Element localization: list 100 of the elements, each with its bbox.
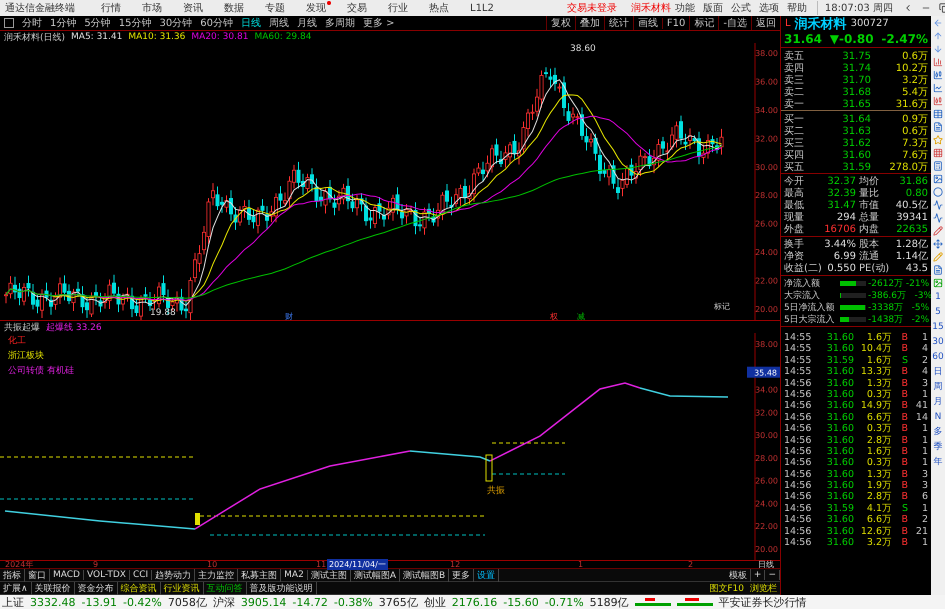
axis-label: 20.00 <box>755 304 778 314</box>
date-label: 10 <box>207 560 218 569</box>
chart-tool-button[interactable]: 返回 <box>751 16 780 30</box>
chart-tool-button[interactable]: 画线 <box>632 16 662 30</box>
book-price: 31.60 <box>841 150 871 160</box>
tick-side: B <box>900 491 908 502</box>
period-shortcut[interactable]: 年 <box>934 456 942 468</box>
menu-item[interactable]: 资讯 <box>183 1 208 15</box>
menu-item[interactable]: 公式 <box>730 1 751 15</box>
menu-item[interactable]: 专题 <box>265 1 290 15</box>
chart-tool-button[interactable]: -自选 <box>718 16 751 30</box>
indicator-tab[interactable]: MA2 <box>281 570 308 580</box>
menu-item[interactable]: 版面 <box>702 1 723 15</box>
period-shortcut[interactable]: 多 <box>934 426 942 438</box>
mark-tag[interactable]: 标记 <box>714 302 730 311</box>
period-shortcut[interactable]: N <box>934 411 942 423</box>
current-value-tag: 35.48 <box>747 366 780 378</box>
chart-tool-button[interactable]: 标记 <box>689 16 718 30</box>
axis-label: 26.00 <box>755 476 778 486</box>
period-tab[interactable]: 周线 <box>268 16 289 30</box>
axis-label: 26.00 <box>755 220 778 229</box>
period-tab[interactable]: 60分钟 <box>200 16 233 30</box>
tick-count: 3 <box>920 468 928 480</box>
tick-price: 31.60 <box>826 446 854 457</box>
period-shortcut[interactable]: 5 <box>935 306 941 318</box>
login-status[interactable]: 交易未登录 <box>566 1 617 15</box>
tick-price: 31.59 <box>826 502 854 514</box>
period-tab[interactable]: 1分钟 <box>50 16 76 30</box>
axis-label: 34.00 <box>755 386 778 395</box>
chart-tool-button[interactable]: 叠加 <box>574 16 604 30</box>
period-shortcut[interactable]: 月 <box>934 396 942 408</box>
menu-item[interactable]: 行情 <box>101 1 126 15</box>
stat-label: 最低 <box>784 199 805 212</box>
tick-time: 14:56 <box>784 388 812 400</box>
stat-value: 1.28亿 <box>894 238 928 251</box>
indicator-tab[interactable]: VOL-TDX <box>84 570 130 580</box>
indicator-tab[interactable]: CCI <box>130 570 152 580</box>
index-change: -14.72 <box>292 596 328 608</box>
tick-price: 31.60 <box>826 491 854 502</box>
axis-label: 22.00 <box>755 522 778 532</box>
menu-item[interactable]: 市场 <box>142 1 167 15</box>
tick-price: 31.60 <box>826 457 854 468</box>
indicator-value: 起爆线 33.26 <box>46 322 102 334</box>
period-shortcut[interactable]: 15 <box>932 321 944 333</box>
menu-item[interactable]: 热点 <box>429 1 454 15</box>
period-tab[interactable]: 日线 <box>240 16 261 30</box>
period-tab[interactable]: 更多 > <box>362 16 395 30</box>
tick-side: B <box>900 378 908 389</box>
menu-item[interactable]: 选项 <box>758 1 779 15</box>
indicator-tab[interactable]: MACD <box>50 570 84 580</box>
stat-label: 总量 <box>858 210 880 224</box>
period-shortcut[interactable]: 周 <box>934 381 942 393</box>
event-mark[interactable]: 财 <box>285 312 293 320</box>
tick-count: 3 <box>920 378 928 389</box>
period-tab[interactable]: 5分钟 <box>84 16 111 30</box>
period-shortcut[interactable]: 1 <box>935 291 941 303</box>
chart-tool-button[interactable]: 复权 <box>546 16 575 30</box>
flow-amount: -1438万 <box>868 314 904 326</box>
tick-volume: 3.2万 <box>866 536 892 550</box>
menu-item[interactable]: L1L2 <box>470 2 499 14</box>
tick-volume: 0.3万 <box>866 456 892 470</box>
book-label: 卖一 <box>784 98 805 111</box>
template-control[interactable]: + <box>750 570 766 580</box>
tick-price: 31.60 <box>826 412 854 423</box>
period-tab[interactable]: 分时 <box>22 16 42 30</box>
period-shortcut[interactable]: 季 <box>934 441 942 453</box>
chart-tool-button[interactable]: F10 <box>662 18 690 28</box>
book-volume: 0.6万 <box>901 125 928 138</box>
tick-time: 14:56 <box>784 378 812 389</box>
stock-link[interactable]: 润禾材料 <box>630 1 671 15</box>
event-mark[interactable]: 权 <box>550 312 558 320</box>
period-tab[interactable]: 30分钟 <box>159 16 192 30</box>
stat-value: 22635 <box>895 224 928 234</box>
flow-label: 5日净流入额 <box>784 302 836 314</box>
book-price: 31.62 <box>841 138 871 148</box>
chart-tool-button[interactable]: 统计 <box>604 16 633 30</box>
index-turnover: 5189亿 <box>590 594 629 609</box>
period-tab[interactable]: 月线 <box>296 16 317 30</box>
menu-item[interactable]: 交易 <box>347 1 372 15</box>
stat-value: 32.39 <box>826 188 856 198</box>
menu-item[interactable]: 帮助 <box>786 1 807 15</box>
index-name: 创业 <box>424 594 446 609</box>
template-control[interactable]: − <box>765 570 780 580</box>
event-mark[interactable]: 减 <box>577 312 585 320</box>
period-tab[interactable]: 多周期 <box>324 16 355 30</box>
tick-price: 31.60 <box>826 343 854 354</box>
period-tab[interactable]: 15分钟 <box>118 16 152 30</box>
tick-price: 31.60 <box>826 332 854 343</box>
period-shortcut[interactable]: 30 <box>932 336 944 348</box>
tick-volume: 10.4万 <box>860 342 892 356</box>
menu-item[interactable]: 发现 <box>306 1 331 15</box>
side-button[interactable]: 浏览栏 <box>747 582 780 594</box>
period-shortcut[interactable]: 60 <box>932 351 944 363</box>
period-shortcut[interactable]: 日 <box>934 366 942 378</box>
menu-item[interactable]: 数据 <box>224 1 249 15</box>
menu-item[interactable]: 功能 <box>674 1 695 15</box>
menu-item[interactable]: 行业 <box>388 1 413 15</box>
index-value: 3905.14 <box>240 596 286 608</box>
side-button[interactable]: 图文F10 <box>706 582 747 594</box>
flow-percent: -3% <box>913 290 932 300</box>
